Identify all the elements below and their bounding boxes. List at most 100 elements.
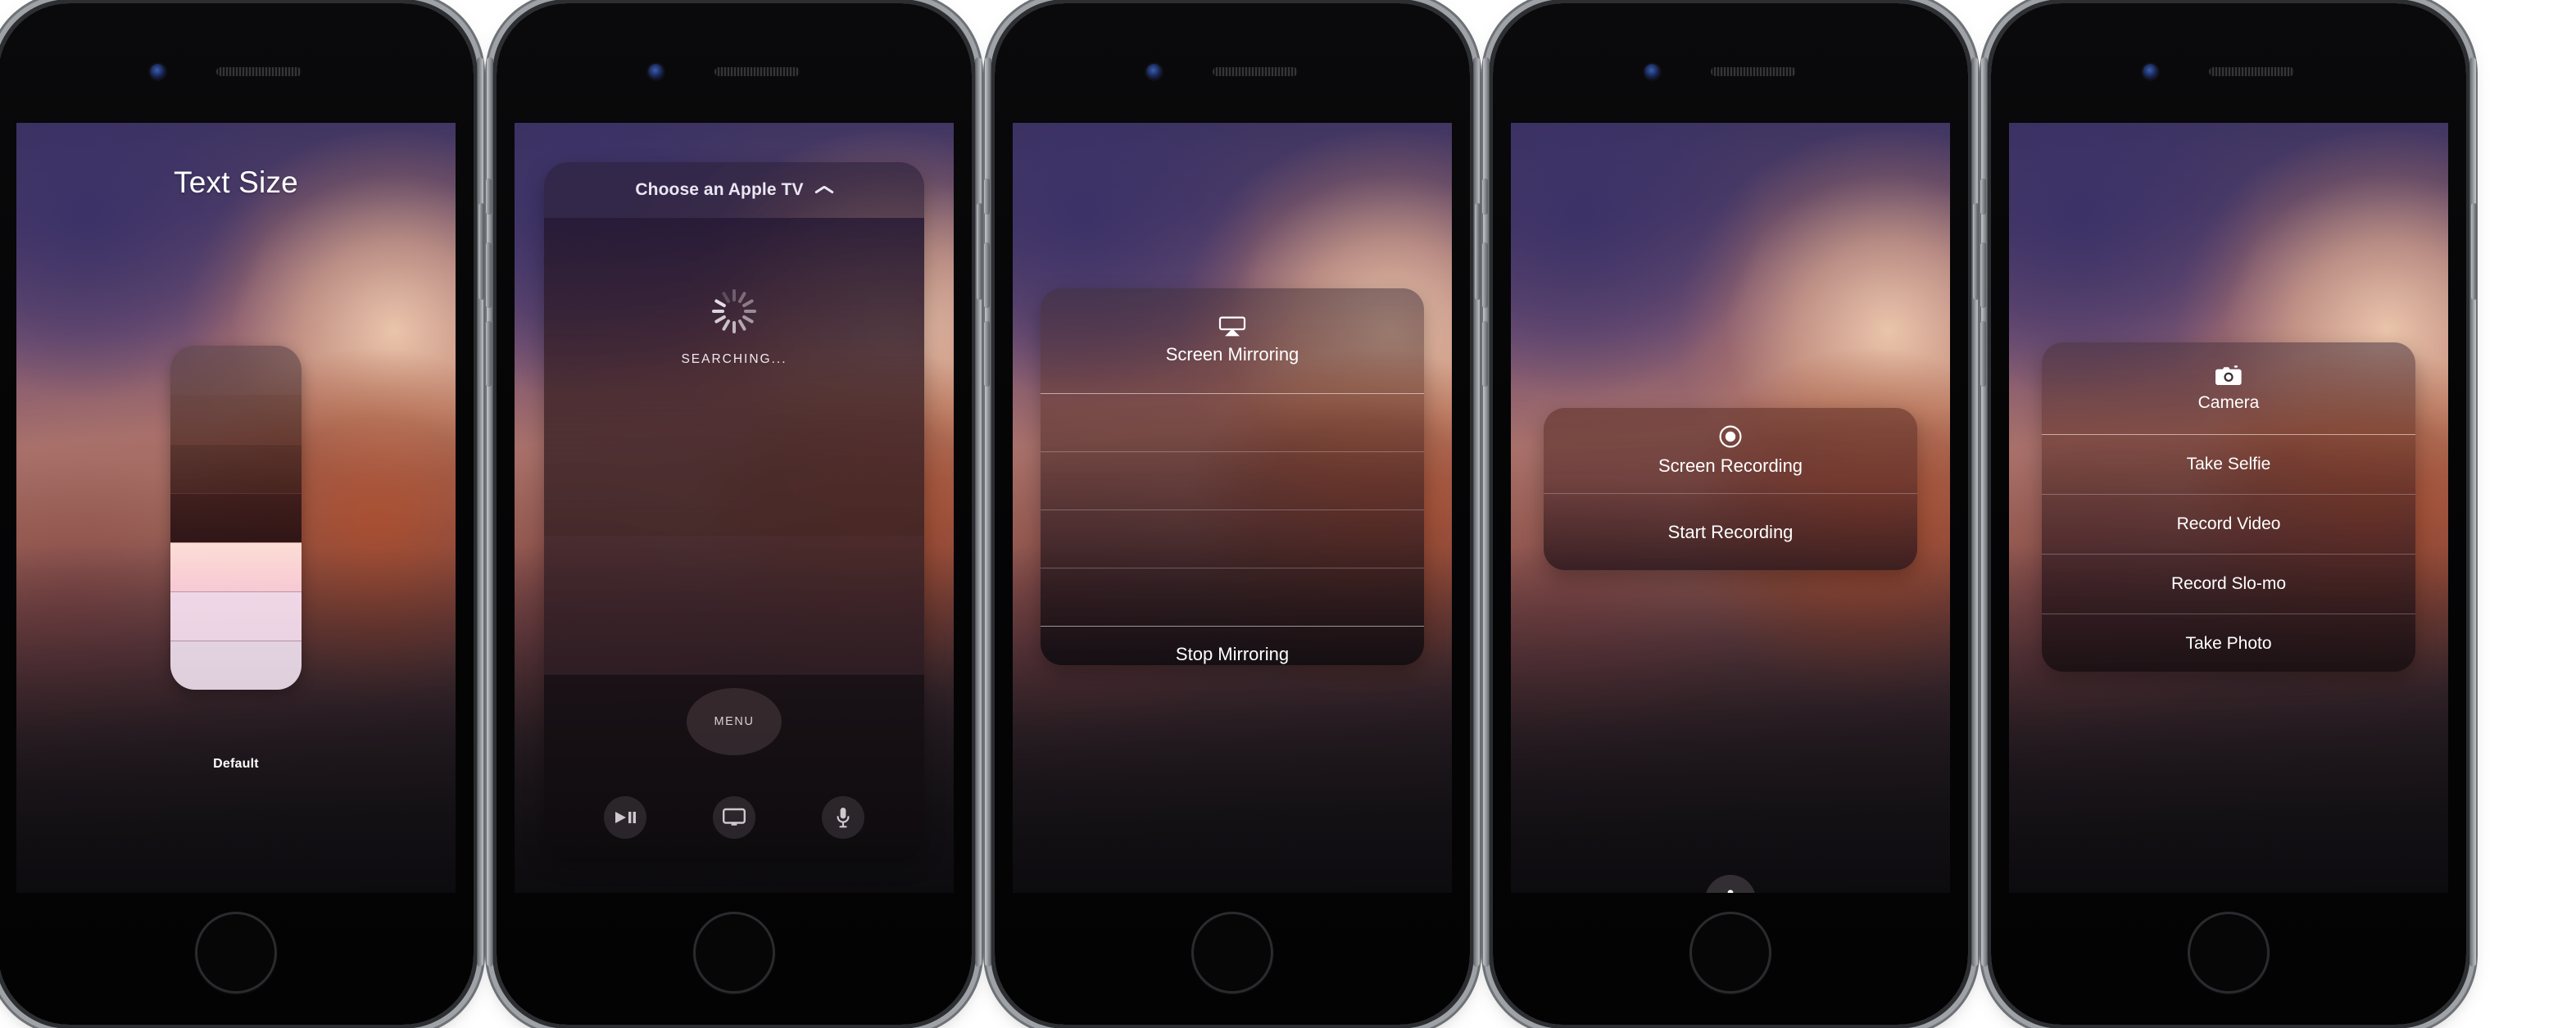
mirroring-device-row[interactable] (1041, 394, 1424, 451)
page-title: Text Size (174, 165, 298, 199)
menu-button[interactable]: MENU (687, 688, 782, 755)
power-button[interactable] (478, 203, 484, 300)
screen-recording-panel: Screen Recording Start Recording (1544, 408, 1917, 570)
volume-up-button[interactable] (1980, 242, 1986, 308)
microphone-icon (837, 808, 850, 828)
camera-action-record-slo-mo[interactable]: Record Slo-mo (2042, 555, 2415, 614)
earpiece-speaker-icon (2209, 67, 2294, 76)
mute-switch[interactable] (1980, 179, 1986, 215)
remote-touchpad-lower[interactable] (544, 536, 924, 675)
volume-down-button[interactable] (486, 321, 492, 387)
text-size-segment-3[interactable] (170, 542, 302, 591)
microphone-audio-button[interactable] (1705, 875, 1756, 893)
screen-mirroring-panel: Screen Mirroring Stop Mirroring (1041, 288, 1424, 665)
play-pause-icon (615, 812, 636, 823)
activity-spinner-icon (711, 288, 757, 334)
earpiece-speaker-icon (714, 67, 800, 76)
phone-edge-right (1473, 57, 1480, 967)
apple-tv-picker-header[interactable]: Choose an Apple TV (544, 162, 924, 218)
front-camera-icon (1644, 64, 1660, 79)
screen-recording-header: Screen Recording (1544, 408, 1917, 493)
earpiece-speaker-icon (1213, 67, 1298, 76)
mirroring-device-row[interactable] (1041, 510, 1424, 568)
screen-apple-tv-remote: Choose an Apple TV SEARCHING... MENU (515, 123, 954, 893)
home-button[interactable] (693, 912, 775, 994)
phone-edge-right (1971, 57, 1978, 967)
tv-icon (722, 808, 746, 826)
home-button[interactable] (195, 912, 277, 994)
screen-mirroring-header: Screen Mirroring (1041, 288, 1424, 393)
mirroring-device-row[interactable] (1041, 452, 1424, 509)
mute-switch[interactable] (984, 179, 990, 215)
front-camera-icon (648, 64, 664, 79)
searching-status-label: SEARCHING... (681, 352, 787, 366)
screenshot-stage: Text Size Default Choose an Apple TV SEA… (0, 0, 2576, 1028)
phone-screen-mirroring: Screen Mirroring Stop Mirroring (983, 0, 1481, 1028)
microphone-audio-toggle[interactable]: Microphone Audio Off (1511, 875, 1950, 893)
camera-action-record-video[interactable]: Record Video (2042, 495, 2415, 554)
volume-down-button[interactable] (984, 321, 990, 387)
screen-text-size: Text Size Default (16, 123, 456, 893)
camera-quick-actions-panel: Camera Take Selfie Record Video Record S… (2042, 342, 2415, 672)
text-size-slider[interactable] (170, 346, 302, 690)
phone-edge-right (477, 57, 483, 967)
mute-switch[interactable] (1482, 179, 1488, 215)
volume-down-button[interactable] (1482, 321, 1488, 387)
camera-action-take-selfie[interactable]: Take Selfie (2042, 435, 2415, 494)
camera-action-label: Record Slo-mo (2170, 574, 2287, 593)
airplay-icon (1218, 316, 1246, 337)
microphone-icon (1727, 890, 1734, 893)
camera-action-label: Take Selfie (2186, 455, 2271, 473)
mirroring-device-row[interactable] (1041, 568, 1424, 626)
camera-icon (2215, 365, 2242, 385)
mute-switch[interactable] (486, 179, 492, 215)
power-button[interactable] (1475, 203, 1481, 300)
chevron-up-icon[interactable] (815, 185, 833, 195)
home-button[interactable] (1689, 912, 1771, 994)
start-recording-label: Start Recording (1667, 521, 1794, 542)
camera-action-label: Record Video (2176, 514, 2281, 533)
phone-edge-right (2469, 57, 2476, 967)
apple-tv-picker-label: Choose an Apple TV (635, 180, 804, 199)
remote-touchpad[interactable]: SEARCHING... (544, 218, 924, 536)
phone-camera-menu: Camera Take Selfie Record Video Record S… (1980, 0, 2478, 1028)
text-size-segment-5[interactable] (170, 444, 302, 493)
volume-down-button[interactable] (1980, 321, 1986, 387)
phone-text-size: Text Size Default (0, 0, 485, 1028)
phone-apple-tv-remote: Choose an Apple TV SEARCHING... MENU (485, 0, 983, 1028)
earpiece-speaker-icon (1711, 67, 1796, 76)
power-button[interactable] (977, 203, 982, 300)
earpiece-speaker-icon (216, 67, 302, 76)
camera-action-take-photo[interactable]: Take Photo (2042, 614, 2415, 672)
menu-button-label: MENU (714, 715, 755, 728)
tv-button[interactable] (712, 796, 755, 839)
front-camera-icon (2143, 64, 2158, 79)
text-size-segment-2[interactable] (170, 591, 302, 641)
volume-up-button[interactable] (486, 242, 492, 308)
home-button[interactable] (1191, 912, 1273, 994)
stop-mirroring-label: Stop Mirroring (1175, 644, 1290, 664)
record-circle-icon (1719, 425, 1742, 448)
text-size-segment-7[interactable] (170, 346, 302, 395)
volume-up-button[interactable] (1482, 242, 1488, 308)
power-button[interactable] (2471, 203, 2477, 300)
text-size-segment-6[interactable] (170, 395, 302, 444)
power-button[interactable] (1973, 203, 1979, 300)
volume-up-button[interactable] (984, 242, 990, 308)
screen-recording-title: Screen Recording (1658, 455, 1803, 476)
text-size-value-label: Default (213, 757, 259, 771)
front-camera-icon (1146, 64, 1162, 79)
home-button[interactable] (2188, 912, 2270, 994)
front-camera-icon (150, 64, 166, 79)
remote-controls: MENU (544, 675, 924, 857)
text-size-segment-1[interactable] (170, 641, 302, 690)
screen-screen-recording: Screen Recording Start Recording Microp (1511, 123, 1950, 893)
camera-menu-header: Camera (2042, 342, 2415, 434)
play-pause-button[interactable] (603, 796, 646, 839)
siri-button[interactable] (822, 796, 865, 839)
screen-camera-menu: Camera Take Selfie Record Video Record S… (2009, 123, 2448, 893)
stop-mirroring-button[interactable]: Stop Mirroring (1041, 627, 1424, 665)
camera-menu-title: Camera (2197, 392, 2260, 412)
start-recording-button[interactable]: Start Recording (1544, 494, 1917, 570)
text-size-segment-4[interactable] (170, 493, 302, 542)
